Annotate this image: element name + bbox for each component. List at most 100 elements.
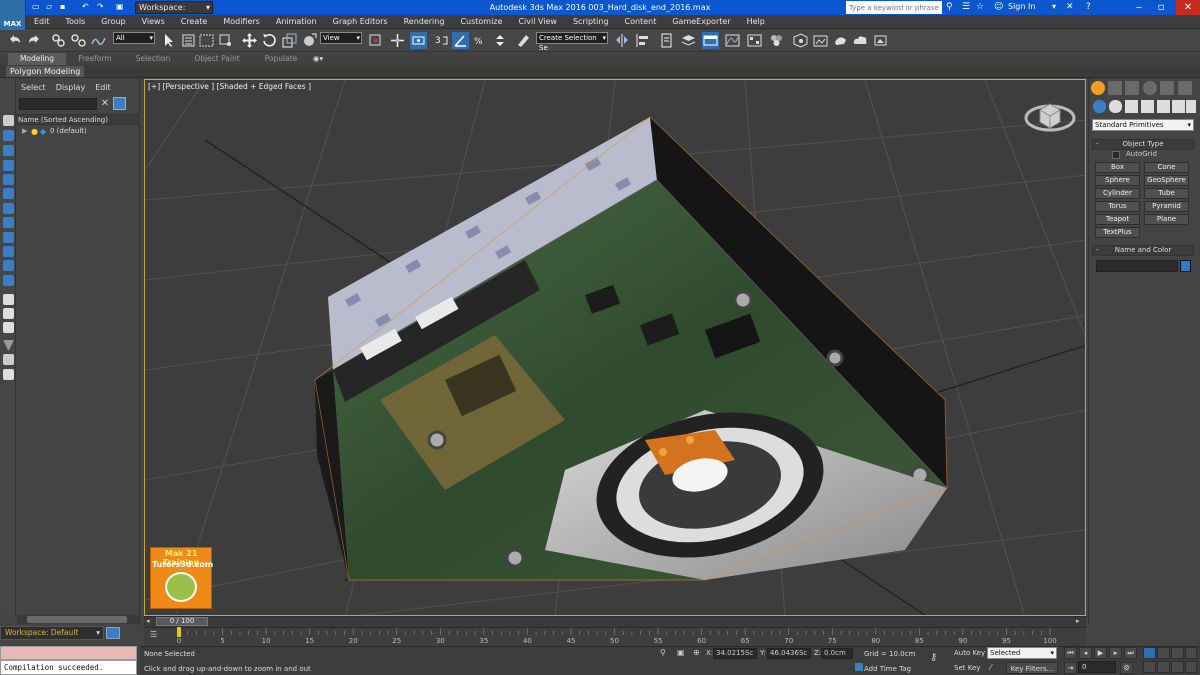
undo-icon[interactable]	[6, 32, 23, 49]
motion-panel-icon[interactable]	[1143, 81, 1157, 95]
systems-icon[interactable]	[1186, 100, 1196, 113]
explorer-search-input[interactable]	[19, 98, 97, 110]
window-crossing-icon[interactable]	[217, 32, 234, 49]
sign-in-link[interactable]: Sign In	[1008, 2, 1035, 11]
cameras-icon[interactable]	[1141, 100, 1154, 113]
sphere-button[interactable]: Sphere	[1095, 175, 1140, 186]
select-and-move-icon[interactable]	[241, 32, 258, 49]
menu-modifiers[interactable]: Modifiers	[215, 15, 268, 28]
zoom-extents-icon[interactable]	[1171, 647, 1184, 659]
select-and-rotate-icon[interactable]	[261, 32, 278, 49]
display-invert-icon[interactable]	[3, 322, 14, 333]
display-helpers-icon[interactable]	[3, 217, 14, 228]
spinner-snap-toggle-icon[interactable]	[492, 32, 509, 49]
layer-bulb-icon[interactable]: ●	[31, 126, 38, 137]
display-xrefs-icon[interactable]	[3, 260, 14, 271]
schematic-view-icon[interactable]	[746, 32, 763, 49]
menu-gameexporter[interactable]: GameExporter	[664, 15, 738, 28]
use-pivot-center-icon[interactable]	[367, 32, 384, 49]
menu-views[interactable]: Views	[134, 15, 173, 28]
polygon-modeling-panel[interactable]: Polygon Modeling	[6, 66, 85, 77]
zoom-icon[interactable]	[1143, 647, 1156, 659]
helpers-icon[interactable]	[1157, 100, 1170, 113]
field-of-view-icon[interactable]	[1143, 661, 1156, 673]
explorer-filter-icon[interactable]	[113, 97, 126, 110]
lights-icon[interactable]	[1125, 100, 1138, 113]
current-frame-marker[interactable]	[177, 627, 181, 637]
space-warps-icon[interactable]	[1172, 100, 1185, 113]
menu-rendering[interactable]: Rendering	[396, 15, 453, 28]
zoom-extents-all-icon[interactable]	[1185, 647, 1197, 659]
new-file-icon[interactable]: ▭	[32, 2, 42, 13]
viewport-label-menu[interactable]: [+] [Perspective ] [Shaded + Edged Faces…	[148, 82, 311, 91]
textplus-button[interactable]: TextPlus	[1095, 227, 1140, 238]
menu-content[interactable]: Content	[617, 15, 665, 28]
render-production-icon[interactable]	[832, 32, 849, 49]
go-to-start-button[interactable]: ⏮	[1064, 647, 1077, 659]
cone-button[interactable]: Cone	[1144, 162, 1189, 173]
pan-view-icon[interactable]	[1157, 661, 1170, 673]
select-invert-icon[interactable]	[3, 145, 14, 156]
render-setup-icon[interactable]	[792, 32, 809, 49]
hard-disk-model[interactable]	[314, 116, 948, 581]
explorer-menu-edit[interactable]: Edit	[90, 82, 116, 94]
select-by-name-icon[interactable]	[180, 32, 197, 49]
workspace-dropdown[interactable]: Workspace: Default	[135, 1, 213, 23]
pyramid-button[interactable]: Pyramid	[1144, 201, 1189, 212]
close-window-button[interactable]: ✕	[1176, 0, 1200, 15]
select-all-icon[interactable]	[3, 115, 14, 126]
modify-panel-icon[interactable]	[1108, 81, 1122, 95]
redo-icon[interactable]	[26, 32, 43, 49]
add-time-tag-button[interactable]: Add Time Tag	[864, 665, 911, 673]
viewcube-icon[interactable]	[1024, 103, 1076, 132]
edit-named-selection-icon[interactable]	[515, 32, 532, 49]
minimize-button[interactable]: ‒	[1130, 0, 1148, 15]
current-frame-field[interactable]: 0	[1078, 661, 1116, 673]
display-groups-icon[interactable]	[3, 246, 14, 257]
x-coordinate-field[interactable]: 34.0215Sc	[713, 648, 757, 659]
viewport-scene[interactable]	[145, 80, 1086, 616]
perspective-viewport[interactable]	[144, 79, 1086, 616]
menu-group[interactable]: Group	[93, 15, 133, 28]
maximize-viewport-toggle-icon[interactable]	[1185, 661, 1197, 673]
cylinder-button[interactable]: Cylinder	[1095, 188, 1140, 199]
explorer-menu-select[interactable]: Select	[16, 82, 51, 94]
shapes-icon[interactable]	[1109, 100, 1122, 113]
z-coordinate-field[interactable]: 0.0cm	[821, 648, 853, 659]
box-button[interactable]: Box	[1095, 162, 1140, 173]
material-editor-icon[interactable]	[768, 32, 785, 49]
sign-in-dropdown-icon[interactable]: ▾	[1052, 2, 1062, 11]
keyword-search-input[interactable]	[846, 1, 942, 14]
mirror-icon[interactable]	[614, 32, 631, 49]
plane-button[interactable]: Plane	[1144, 214, 1189, 225]
select-and-manipulate-icon[interactable]	[389, 32, 406, 49]
display-panel-icon[interactable]	[1160, 81, 1174, 95]
display-cameras-icon[interactable]	[3, 203, 14, 214]
list-item[interactable]: ▶ ● ◆ 0 (default)	[16, 126, 140, 137]
toggle-scene-explorer-icon[interactable]	[658, 32, 675, 49]
explorer-horizontal-scrollbar[interactable]	[17, 615, 139, 624]
explorer-menu-display[interactable]: Display	[51, 82, 91, 94]
add-time-tag-icon[interactable]	[855, 663, 863, 671]
geosphere-button[interactable]: GeoSphere	[1144, 175, 1189, 186]
geometry-icon[interactable]	[1093, 100, 1106, 113]
tab-selection[interactable]: Selection	[124, 53, 182, 65]
go-to-end-button[interactable]: ⏭	[1124, 647, 1137, 659]
display-lights-icon[interactable]	[3, 188, 14, 199]
next-frame-button[interactable]: ▸	[1109, 647, 1122, 659]
primitive-category-dropdown[interactable]: Standard Primitives	[1092, 119, 1194, 131]
selection-lock-icon[interactable]: ▣	[677, 648, 685, 657]
align-icon[interactable]	[634, 32, 651, 49]
transform-mode-icon[interactable]: ⊕	[693, 648, 700, 657]
menu-customize[interactable]: Customize	[452, 15, 510, 28]
save-file-icon[interactable]: ▪	[60, 2, 70, 13]
render-in-cloud-icon[interactable]	[852, 32, 869, 49]
bind-to-space-warp-icon[interactable]	[90, 32, 107, 49]
exchange-apps-icon[interactable]: ✕	[1066, 2, 1076, 12]
object-color-swatch[interactable]	[1180, 260, 1191, 272]
app-logo[interactable]: MAX	[0, 0, 26, 30]
time-configuration-button[interactable]: ⚙	[1120, 662, 1133, 674]
undo-icon[interactable]: ↶	[82, 2, 92, 13]
scrollbar-thumb[interactable]	[27, 616, 127, 623]
set-key-icon[interactable]: ⚷	[930, 652, 937, 663]
